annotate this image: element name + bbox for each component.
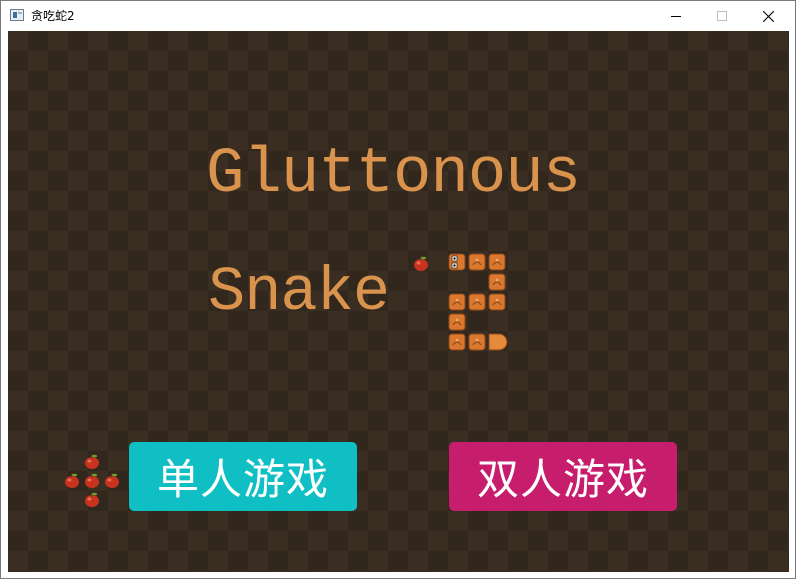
apple-icon	[105, 473, 119, 488]
apple-icon	[414, 256, 428, 271]
single-player-button[interactable]: 单人游戏	[129, 442, 357, 511]
game-title-line1: Gluttonous	[206, 139, 581, 211]
apple-icon	[85, 454, 99, 469]
window-title: 贪吃蛇2	[31, 9, 75, 23]
close-button[interactable]	[745, 1, 791, 31]
snake-tail-icon	[488, 333, 508, 351]
apple-icon	[65, 473, 79, 488]
title-bar[interactable]: 贪吃蛇2	[1, 1, 795, 31]
snake-sprite	[448, 253, 508, 351]
apple-icon	[85, 473, 99, 488]
window-app-icon	[10, 9, 24, 21]
apple-cluster	[65, 454, 119, 507]
minimize-icon	[671, 16, 681, 17]
apple-icon	[85, 492, 99, 507]
minimize-button[interactable]	[653, 1, 699, 31]
close-icon	[762, 10, 774, 22]
maximize-button[interactable]	[699, 1, 745, 31]
game-canvas: Gluttonous Snake 单人游戏 双人游戏	[8, 31, 789, 572]
two-player-button[interactable]: 双人游戏	[449, 442, 677, 511]
maximize-icon	[717, 11, 727, 21]
snake-head-icon	[448, 253, 466, 271]
app-window: 贪吃蛇2 Gluttonous Snake 单人游戏 双人游戏	[0, 0, 796, 579]
game-title-line2: Snake	[208, 257, 390, 328]
